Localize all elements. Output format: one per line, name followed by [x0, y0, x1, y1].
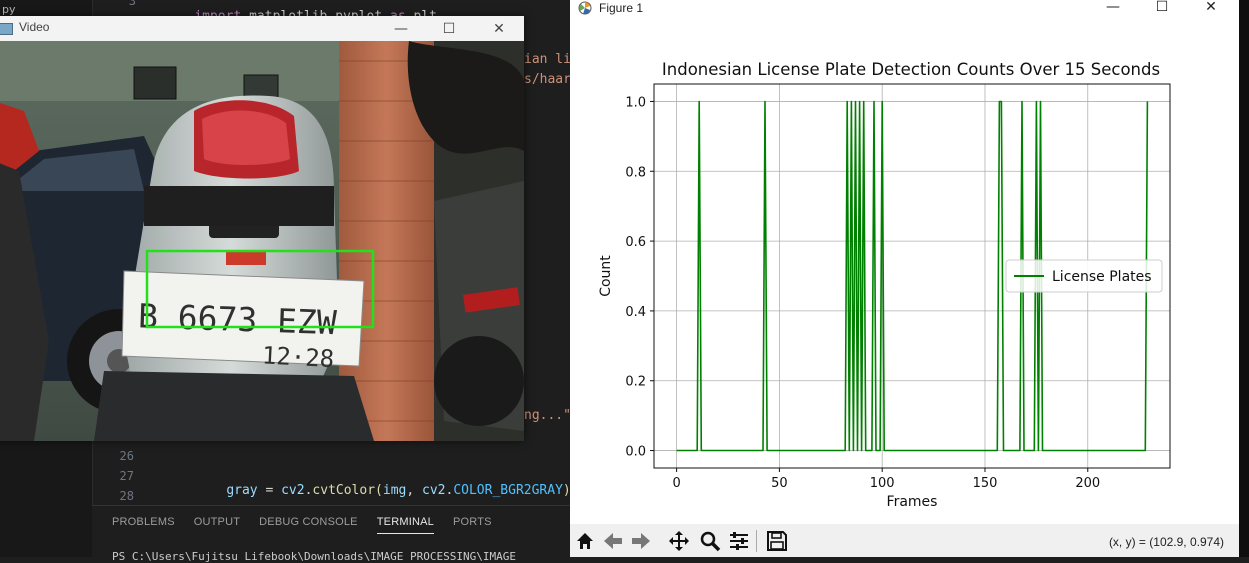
- code-token: (: [375, 483, 383, 498]
- camera-image: B 6673 EZW 12·28: [0, 41, 524, 441]
- legend-label: License Plates: [1052, 269, 1152, 285]
- code-token: COLOR_BGR2GRAY: [453, 483, 563, 498]
- plate-text-main: B 6673 EZW: [137, 296, 337, 342]
- y-tick-label: 0.6: [625, 235, 646, 250]
- line-number: 27: [119, 469, 134, 483]
- figure-window-title: Figure 1: [599, 1, 644, 15]
- code-token: ,: [406, 483, 423, 498]
- close-button[interactable]: ✕: [476, 16, 522, 41]
- home-icon[interactable]: [574, 530, 596, 552]
- line-chart: Indonesian License Plate Detection Count…: [598, 60, 1171, 510]
- plot-canvas[interactable]: Indonesian License Plate Detection Count…: [570, 18, 1239, 522]
- code-token: cv2: [281, 483, 305, 498]
- minimize-button[interactable]: —: [1090, 0, 1136, 17]
- y-tick-label: 0.0: [625, 445, 646, 460]
- zoom-icon[interactable]: [699, 530, 721, 552]
- y-tick-label: 1.0: [625, 95, 646, 110]
- code-token: img: [382, 483, 407, 498]
- configure-subplots-icon[interactable]: [728, 530, 750, 552]
- line-number: 3: [128, 0, 136, 8]
- chart-legend: License Plates: [1005, 259, 1163, 293]
- tab-output[interactable]: OUTPUT: [194, 516, 240, 534]
- cursor-coordinate-readout: (x, y) = (102.9, 0.974): [1108, 535, 1224, 549]
- x-tick-label: 100: [870, 476, 895, 491]
- chart-title: Indonesian License Plate Detection Count…: [662, 60, 1160, 79]
- figure-titlebar[interactable]: Figure 1 — ☐ ✕: [570, 0, 1239, 16]
- x-axis-label: Frames: [887, 494, 938, 510]
- maximize-button[interactable]: ☐: [1139, 0, 1185, 17]
- video-frame: B 6673 EZW 12·28: [0, 41, 524, 441]
- tab-terminal[interactable]: TERMINAL: [376, 516, 435, 534]
- desktop-edge: [1239, 0, 1249, 557]
- figure-toolbar: (x, y) = (102.9, 0.974): [570, 524, 1239, 557]
- x-tick-label: 0: [672, 476, 680, 491]
- y-tick-label: 0.8: [625, 165, 646, 180]
- back-arrow-icon[interactable]: [602, 530, 624, 552]
- figure-window[interactable]: Figure 1 — ☐ ✕ Indonesian License Plate …: [570, 0, 1239, 557]
- y-axis-label: Count: [598, 255, 614, 297]
- window-app-icon: [0, 23, 13, 35]
- toolbar-divider: [756, 530, 757, 552]
- code-fragment: ng...": [524, 408, 571, 423]
- video-window-title: Video: [19, 20, 50, 34]
- maximize-button[interactable]: ☐: [426, 16, 472, 41]
- video-titlebar[interactable]: Video — ☐ ✕: [0, 16, 524, 41]
- explorer-fragment: py: [2, 3, 16, 16]
- line-number: 26: [119, 449, 134, 463]
- panel-tabs: PROBLEMS OUTPUT DEBUG CONSOLE TERMINAL P…: [92, 506, 570, 534]
- tab-problems[interactable]: PROBLEMS: [112, 516, 175, 534]
- plate-text-sub: 12·28: [261, 341, 335, 373]
- code-token: cv2: [422, 483, 446, 498]
- tab-ports[interactable]: PORTS: [453, 516, 492, 534]
- code-token: cvtColor: [312, 483, 376, 498]
- matplotlib-logo-icon: [578, 1, 592, 15]
- y-tick-label: 0.2: [625, 375, 646, 390]
- forward-arrow-icon[interactable]: [630, 530, 652, 552]
- pan-icon[interactable]: [668, 530, 690, 552]
- code-fragment: s/haar: [524, 72, 571, 87]
- video-window[interactable]: Video — ☐ ✕ B 6673 EZW 12·28: [0, 16, 524, 441]
- x-tick-label: 150: [973, 476, 998, 491]
- code-fragment: ian li: [524, 52, 571, 67]
- tab-debug-console[interactable]: DEBUG CONSOLE: [259, 516, 358, 534]
- y-tick-label: 0.4: [625, 305, 646, 320]
- x-tick-label: 200: [1075, 476, 1100, 491]
- code-token: gray: [226, 483, 258, 498]
- save-icon[interactable]: [766, 530, 788, 552]
- x-tick-label: 50: [771, 476, 788, 491]
- minimize-button[interactable]: —: [378, 16, 424, 41]
- bottom-panel: PROBLEMS OUTPUT DEBUG CONSOLE TERMINAL P…: [92, 505, 570, 563]
- code-token: =: [257, 483, 282, 498]
- line-number: 28: [119, 489, 134, 503]
- close-button[interactable]: ✕: [1188, 0, 1234, 17]
